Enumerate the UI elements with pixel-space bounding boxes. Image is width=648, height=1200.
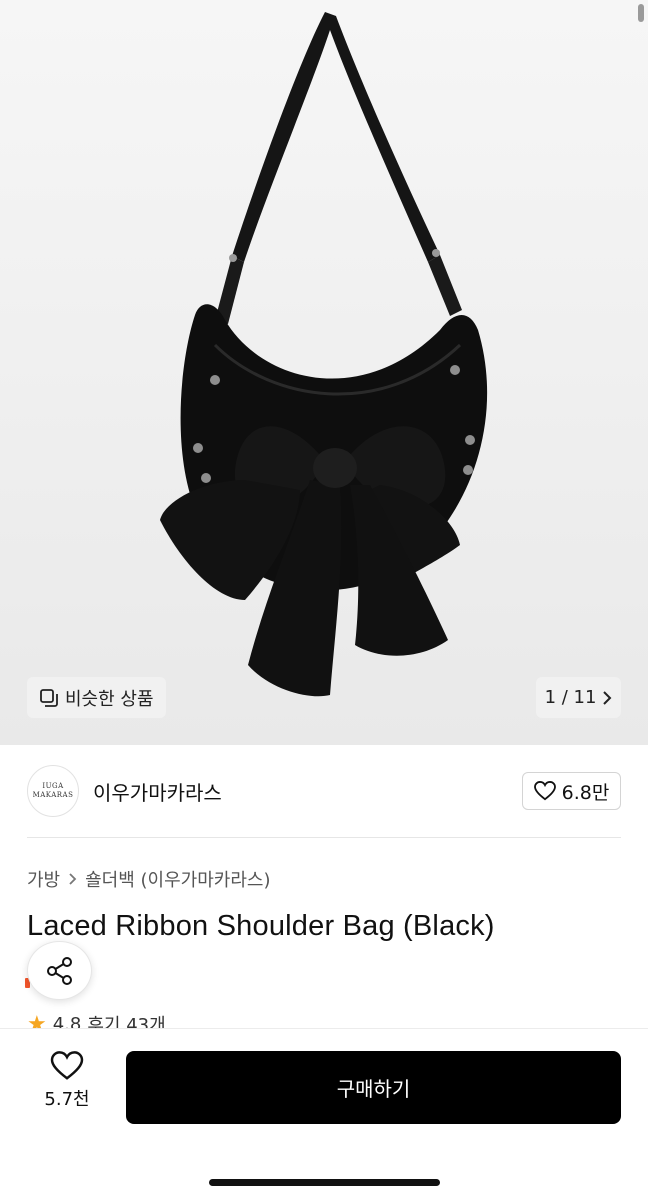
brand-logo-text-1: IUGA [42, 782, 64, 790]
product-title: Laced Ribbon Shoulder Bag (Black) [27, 910, 495, 942]
share-button[interactable] [27, 941, 92, 1000]
image-counter: 1 / 11 [544, 687, 597, 708]
scroll-indicator [638, 4, 644, 22]
chevron-right-icon [603, 690, 612, 705]
product-image-gallery[interactable]: 비슷한 상품 1 / 11 [0, 0, 648, 745]
similar-items-label: 비슷한 상품 [65, 688, 154, 710]
buy-button[interactable]: 구매하기 [126, 1051, 621, 1124]
brand-name[interactable]: 이우가마카라스 [93, 777, 222, 806]
share-icon [46, 956, 72, 985]
chevron-right-icon [69, 873, 77, 885]
buy-button-label: 구매하기 [336, 1077, 411, 1101]
breadcrumb-item-category[interactable]: 가방 [27, 866, 60, 892]
brand-row[interactable]: IUGA MAKARAS 이우가마카라스 6.8만 [27, 765, 621, 817]
breadcrumb: 가방 숄더백 (이우가마카라스) [27, 866, 271, 892]
product-image [160, 12, 488, 697]
brand-logo-text-2: MAKARAS [32, 791, 74, 799]
heart-icon [50, 1051, 84, 1080]
brand-logo[interactable]: IUGA MAKARAS [27, 765, 79, 817]
bottom-action-bar: 5.7천 구매하기 [0, 1028, 648, 1200]
similar-items-icon [40, 688, 58, 707]
divider [27, 837, 621, 838]
breadcrumb-item-subcategory[interactable]: 숄더백 (이우가마카라스) [85, 866, 270, 892]
home-indicator [209, 1179, 440, 1186]
wishlist-button[interactable]: 5.7천 [27, 1051, 107, 1111]
similar-items-button[interactable]: 비슷한 상품 [27, 677, 166, 718]
heart-icon [533, 781, 556, 801]
brand-like-button[interactable]: 6.8만 [522, 772, 621, 810]
brand-like-count: 6.8만 [561, 781, 610, 804]
image-counter-button[interactable]: 1 / 11 [536, 677, 621, 718]
wishlist-count: 5.7천 [44, 1089, 90, 1110]
